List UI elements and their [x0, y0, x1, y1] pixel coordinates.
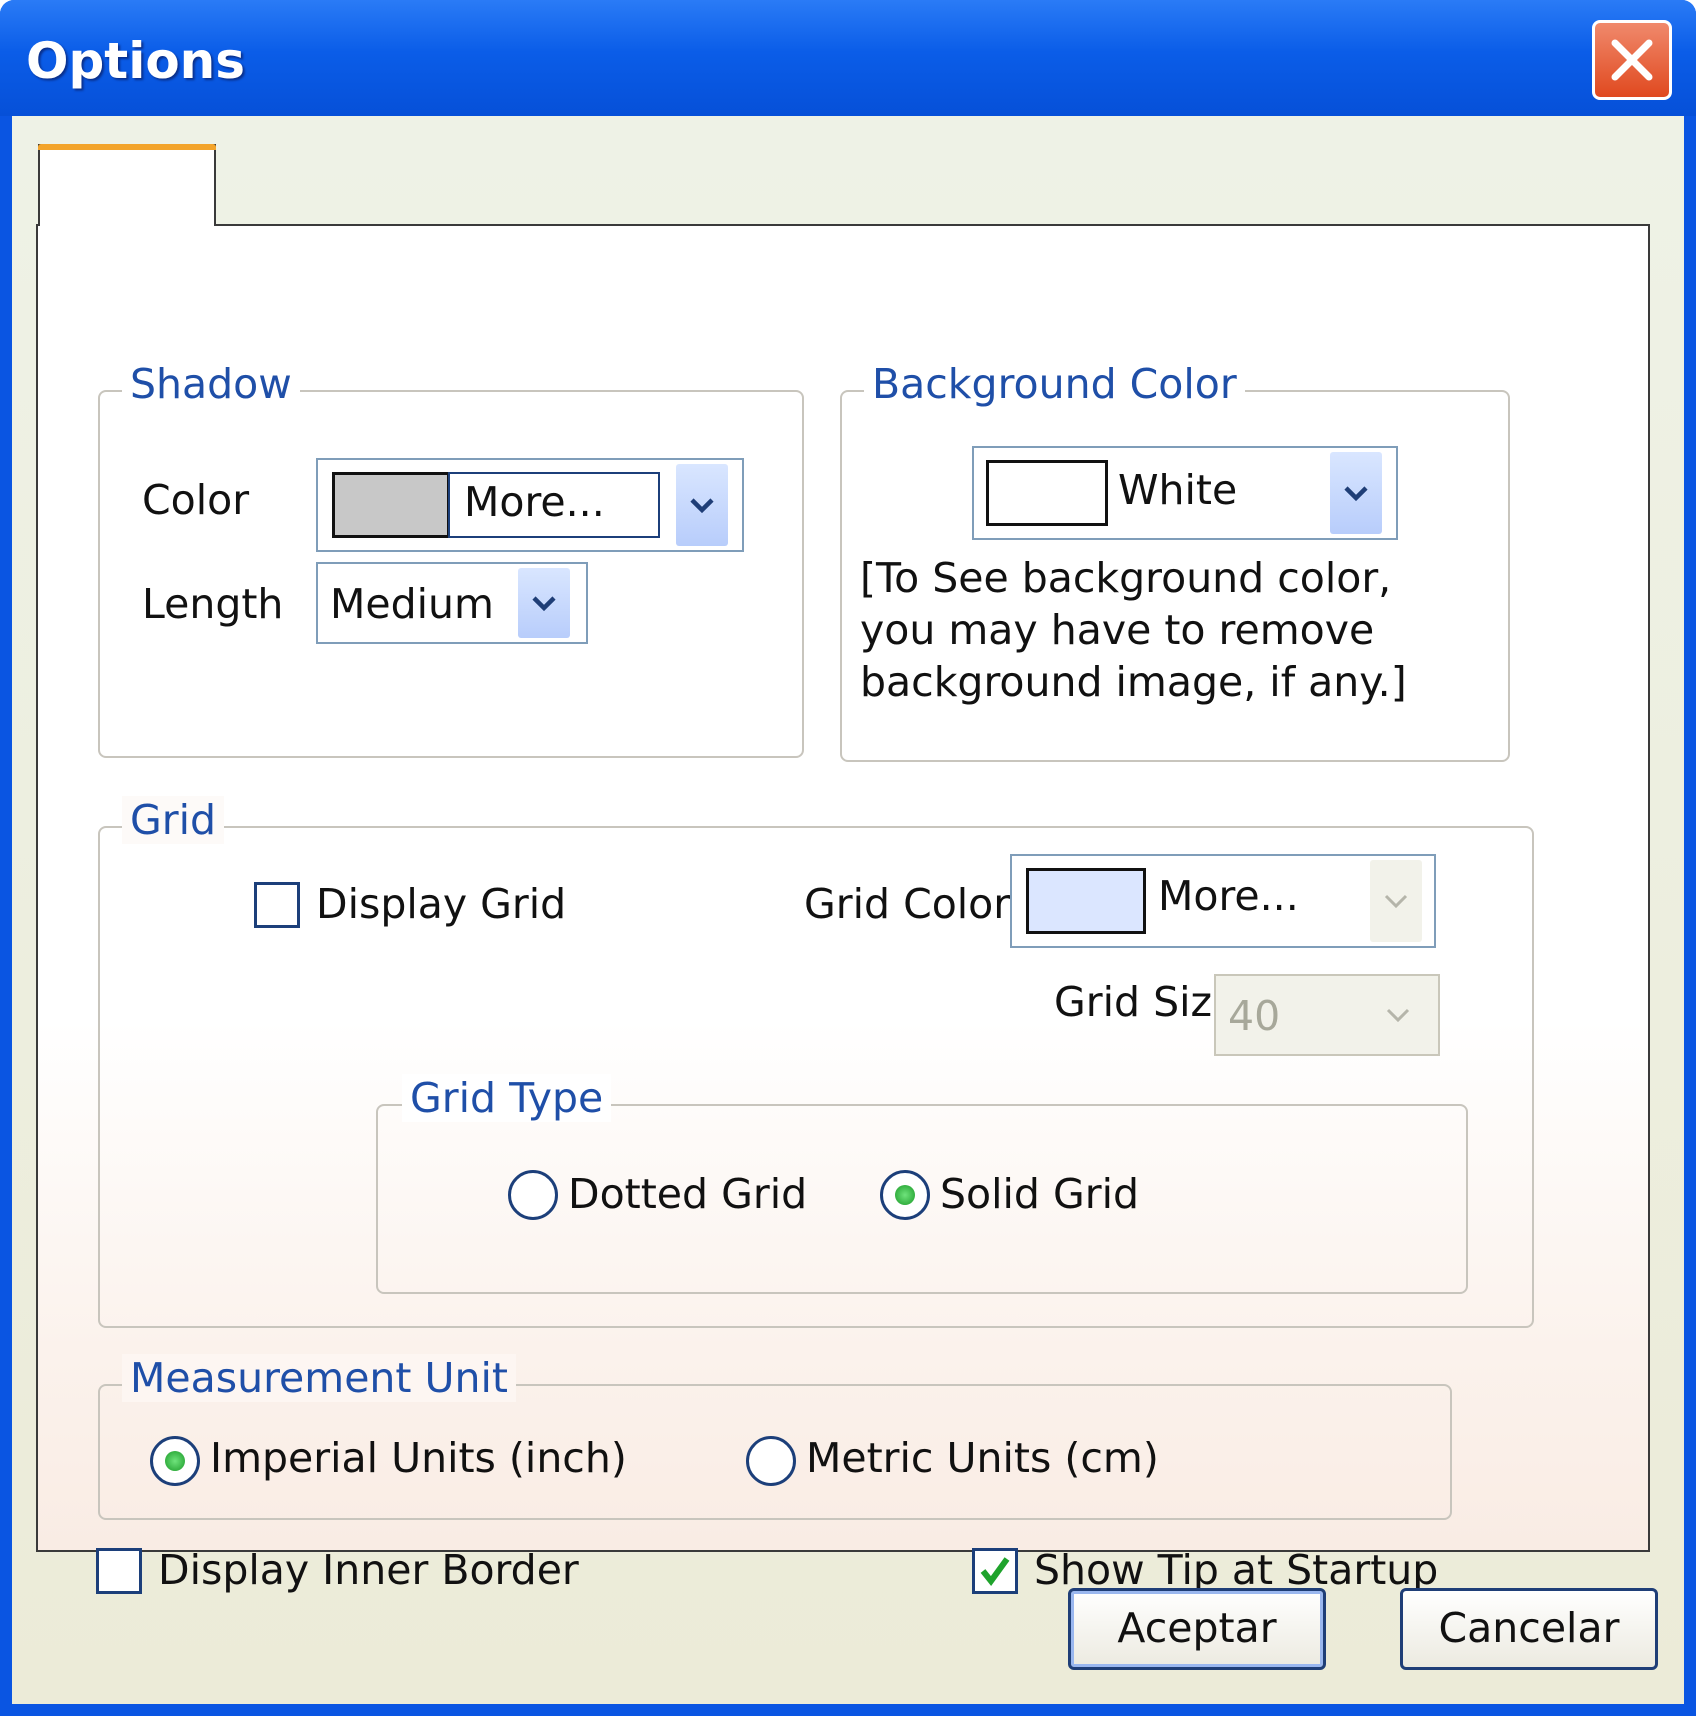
shadow-color-label: Color — [142, 476, 250, 524]
imperial-units-radio[interactable] — [150, 1436, 200, 1486]
display-grid-checkbox[interactable] — [254, 882, 300, 928]
background-color-note: [To See background color, you may have t… — [860, 554, 1407, 706]
grid-color-select[interactable]: More... — [1010, 854, 1436, 948]
options-tab-panel: Shadow Color More... Length Medium Backg… — [36, 224, 1650, 1594]
close-icon — [1611, 39, 1653, 81]
cancelar-button[interactable]: Cancelar — [1400, 1588, 1658, 1670]
solid-grid-label[interactable]: Solid Grid — [940, 1170, 1139, 1218]
grid-size-label: Grid Size — [1054, 978, 1238, 1026]
measurement-unit-group: Measurement Unit Imperial Units (inch) M… — [98, 1354, 1452, 1520]
chevron-down-icon — [1344, 486, 1368, 502]
radio-selected-dot — [895, 1185, 915, 1205]
grid-color-label: Grid Color — [804, 880, 1011, 928]
shadow-color-dropdown-arrow[interactable] — [676, 464, 728, 546]
dotted-grid-radio[interactable] — [508, 1170, 558, 1220]
background-color-group: Background Color White [To See backgroun… — [840, 360, 1510, 762]
dialog-client-area: Shadow Color More... Length Medium Backg… — [12, 116, 1684, 1704]
close-button[interactable] — [1592, 20, 1672, 100]
metric-units-radio[interactable] — [746, 1436, 796, 1486]
background-color-select[interactable]: White — [972, 446, 1398, 540]
display-inner-border-checkbox[interactable] — [96, 1548, 142, 1594]
grid-size-value: 40 — [1228, 992, 1281, 1040]
title-bar[interactable]: Options — [0, 0, 1696, 116]
checkmark-icon — [980, 1557, 1010, 1586]
measurement-unit-legend: Measurement Unit — [122, 1354, 516, 1402]
grid-type-group: Grid Type Dotted Grid Solid Grid — [376, 1074, 1468, 1294]
show-tip-label[interactable]: Show Tip at Startup — [1034, 1546, 1438, 1594]
metric-units-label[interactable]: Metric Units (cm) — [806, 1434, 1159, 1482]
shadow-length-label: Length — [142, 580, 284, 628]
grid-size-dropdown-arrow[interactable] — [1372, 980, 1424, 1050]
radio-selected-dot — [165, 1451, 185, 1471]
background-color-value: White — [1118, 466, 1238, 514]
shadow-color-value: More... — [464, 478, 605, 526]
tab-join — [40, 222, 214, 228]
shadow-length-value: Medium — [330, 580, 494, 628]
shadow-group: Shadow Color More... Length Medium — [98, 360, 804, 758]
options-dialog: Options Shadow Color More... Length Medi… — [0, 0, 1696, 1716]
background-color-dropdown-arrow[interactable] — [1330, 452, 1382, 534]
chevron-down-icon — [532, 596, 556, 612]
window-title: Options — [26, 32, 246, 90]
grid-color-value: More... — [1158, 872, 1299, 920]
background-color-legend: Background Color — [864, 360, 1245, 408]
grid-legend: Grid — [122, 796, 225, 844]
grid-color-dropdown-arrow[interactable] — [1370, 860, 1422, 942]
display-grid-label[interactable]: Display Grid — [316, 880, 566, 928]
chevron-down-icon — [690, 498, 714, 514]
grid-type-legend: Grid Type — [402, 1074, 612, 1122]
shadow-color-select[interactable]: More... — [316, 458, 744, 552]
shadow-legend: Shadow — [122, 360, 300, 408]
shadow-length-dropdown-arrow[interactable] — [518, 568, 570, 638]
chevron-down-icon — [1384, 894, 1408, 909]
dotted-grid-label[interactable]: Dotted Grid — [568, 1170, 807, 1218]
chevron-down-icon — [1386, 1008, 1410, 1023]
shadow-length-select[interactable]: Medium — [316, 562, 588, 644]
grid-color-swatch — [1026, 868, 1146, 934]
grid-group: Grid Display Grid Grid Color More... Gri… — [98, 796, 1534, 1328]
imperial-units-label[interactable]: Imperial Units (inch) — [210, 1434, 627, 1482]
grid-size-select[interactable]: 40 — [1214, 974, 1440, 1056]
shadow-color-swatch — [332, 472, 450, 538]
display-inner-border-label[interactable]: Display Inner Border — [158, 1546, 579, 1594]
show-tip-checkbox[interactable] — [972, 1548, 1018, 1594]
options-tab[interactable] — [38, 144, 216, 224]
aceptar-button[interactable]: Aceptar — [1068, 1588, 1326, 1670]
background-color-swatch — [986, 460, 1108, 526]
solid-grid-radio[interactable] — [880, 1170, 930, 1220]
